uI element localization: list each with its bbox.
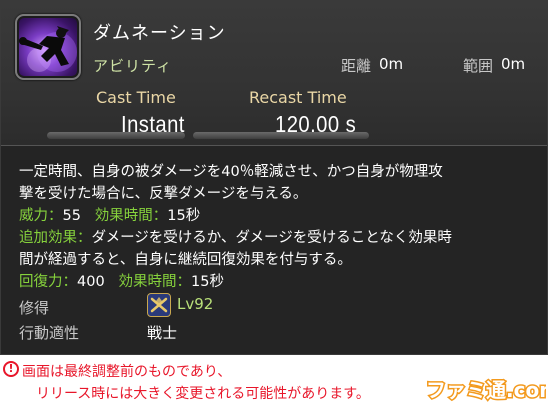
heal-line: 回復力：400 効果時間：15秒: [19, 271, 539, 293]
learned-label: 修得: [19, 299, 50, 317]
skill-name: ダムネーション: [93, 23, 226, 44]
warrior-job-icon: [147, 293, 171, 317]
cast-time-label: Cast Time: [96, 88, 176, 107]
class-label: 行動適性: [19, 324, 80, 342]
range-value: 0m: [379, 55, 404, 73]
notice-line: リリース時には大きく変更される可能性があります。: [36, 386, 370, 402]
duration-label: 効果時間：: [94, 208, 168, 224]
potency-line: 威力：55 効果時間：15秒: [19, 205, 539, 227]
additional-effect-label: 追加効果：: [19, 230, 92, 246]
action-tooltip: ダムネーション アビリティ 距離 0m 範囲 0m Cast Time Reca…: [0, 0, 548, 355]
recast-time-value: 120.00 s: [275, 111, 357, 137]
tooltip-header: ダムネーション アビリティ 距離 0m 範囲 0m Cast Time Reca…: [1, 1, 547, 146]
class-value: 戦士: [147, 324, 178, 342]
potency-label: 威力：: [19, 208, 63, 224]
radius-value: 0m: [501, 55, 526, 73]
description-line: 間が経過すると、自身に継続回復効果を付与する。: [19, 252, 352, 268]
additional-effect-text: ダメージを受けるか、ダメージを受けることなく効果時: [91, 230, 452, 246]
heal-value: 400: [77, 274, 105, 290]
watermark-text: ファミ通.com: [426, 378, 546, 402]
range-label: 距離: [341, 57, 372, 75]
heal-duration-value: 15秒: [191, 274, 224, 290]
damnation-icon: [15, 14, 81, 80]
description-line: 一定時間、自身の被ダメージを40％軽減させ、かつ自身が物理攻: [19, 164, 443, 180]
potency-value: 55: [62, 208, 81, 224]
additional-effect-line: 追加効果：ダメージを受けるか、ダメージを受けることなく効果時: [19, 227, 539, 249]
heal-duration-label: 効果時間：: [118, 274, 192, 290]
description-line: 撃を受けた場合に、反撃ダメージを与える。: [19, 186, 308, 202]
recast-time-label: Recast Time: [249, 88, 347, 107]
famitsu-watermark-logo: ファミ通.com: [425, 377, 547, 404]
skill-description: 一定時間、自身の被ダメージを40％軽減させ、かつ自身が物理攻 撃を受けた場合に、…: [19, 161, 539, 293]
duration-value: 15秒: [167, 208, 201, 224]
notice-line: 画面は最終調整前のものであり、: [22, 364, 232, 380]
warning-icon: !: [3, 361, 19, 377]
skill-type: アビリティ: [93, 57, 173, 75]
learned-level: Lv92: [177, 295, 214, 313]
heal-label: 回復力：: [19, 274, 77, 290]
cast-time-value: Instant: [121, 111, 185, 137]
radius-label: 範囲: [463, 57, 494, 75]
